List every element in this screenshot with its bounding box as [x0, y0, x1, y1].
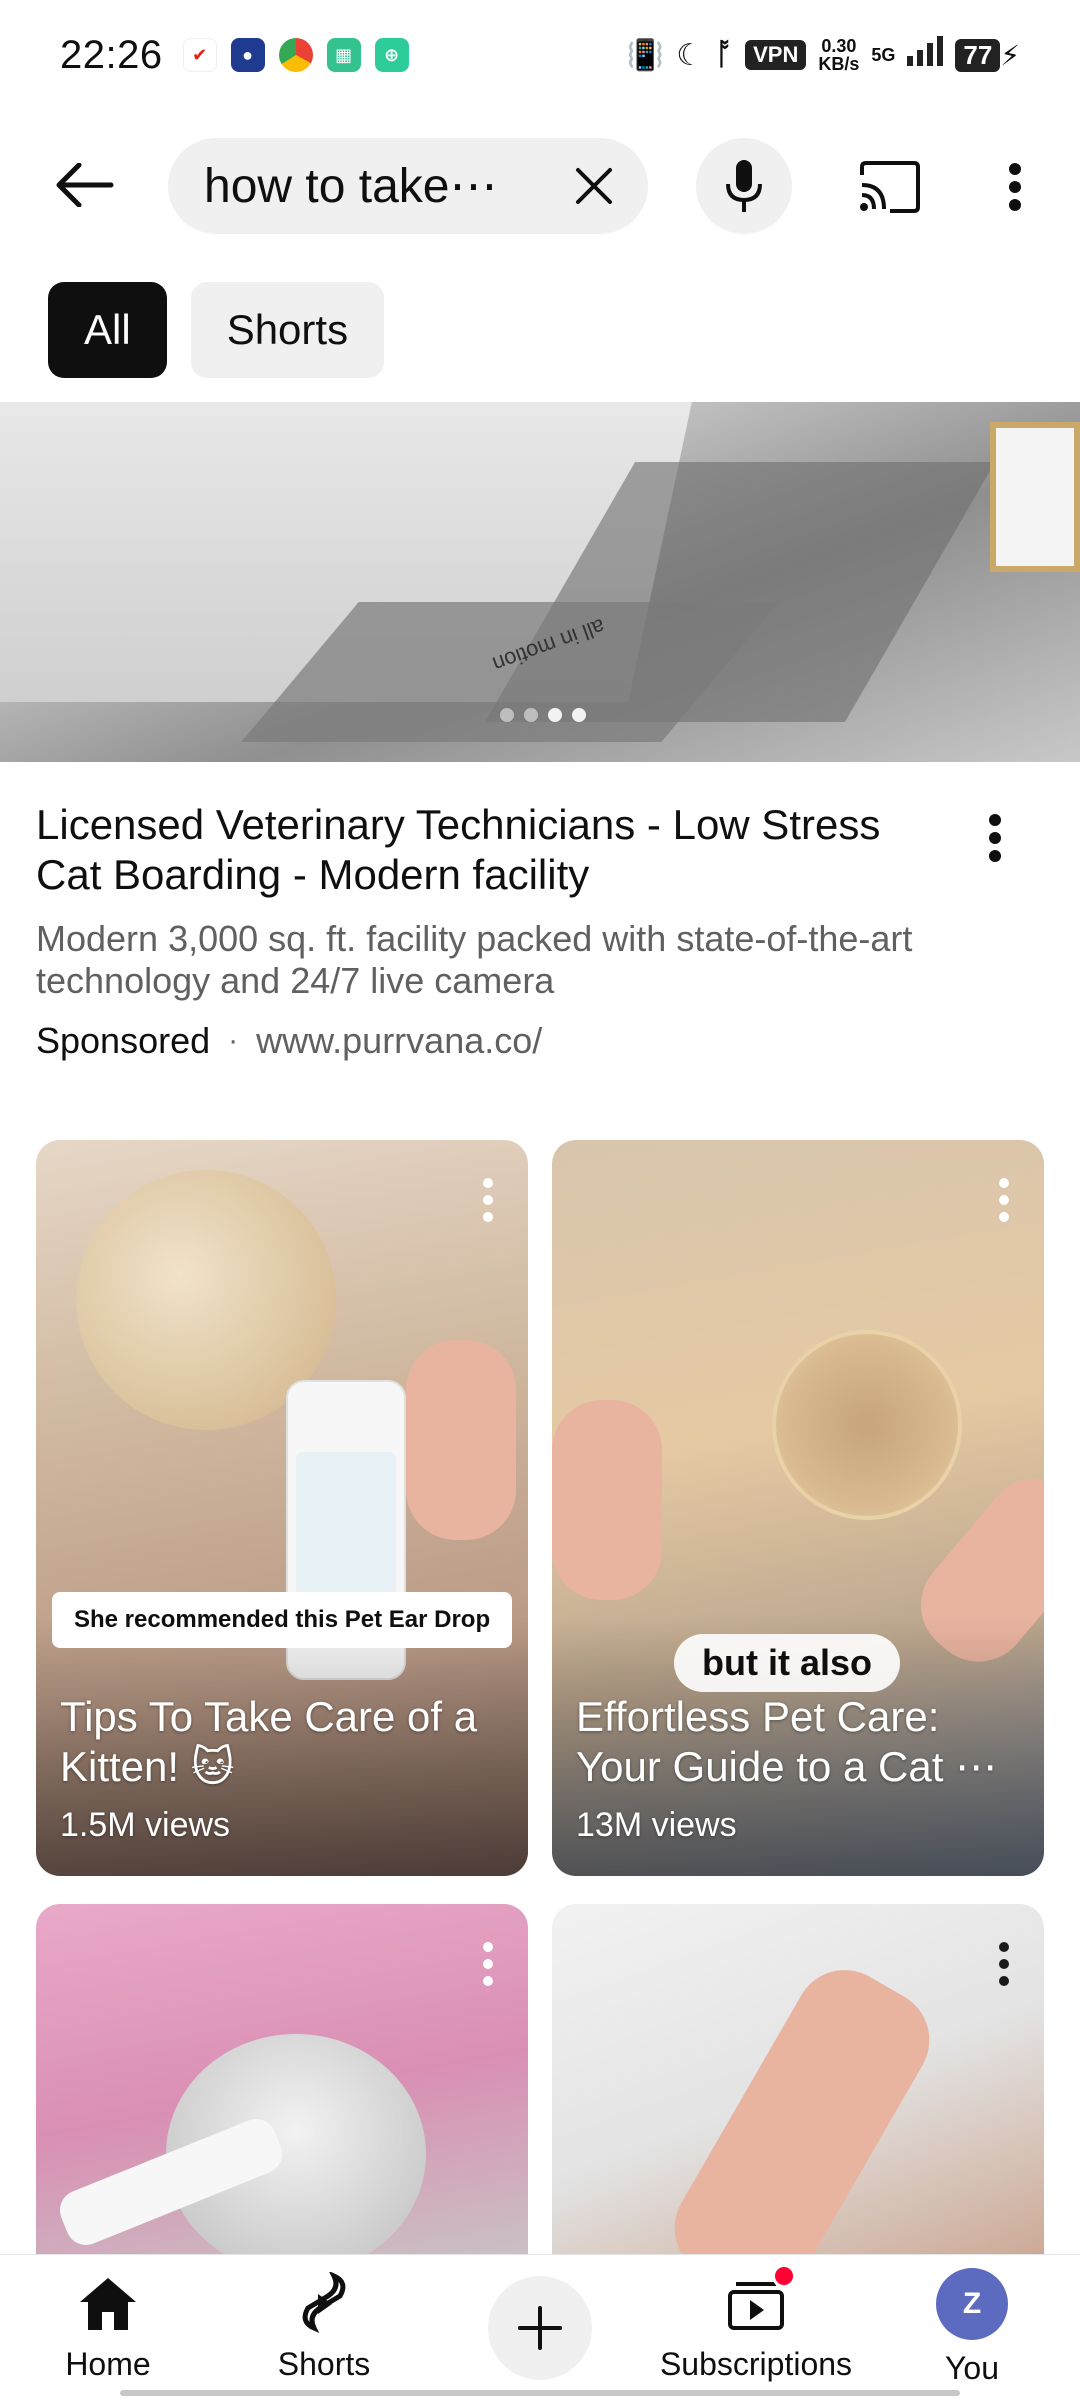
- shorts-icon: [292, 2272, 356, 2336]
- status-indicators: 📳 ☾ ᚩ VPN 0.30 KB/s 5G 77 ⚡: [627, 36, 1020, 74]
- short-thumbnail-arm: [656, 1951, 948, 2284]
- chrome-icon: [278, 38, 313, 72]
- nav-home[interactable]: Home: [0, 2255, 216, 2400]
- voice-search-button[interactable]: [696, 138, 792, 234]
- status-time: 22:26: [60, 32, 163, 77]
- ad-image-frame: [990, 422, 1080, 572]
- notification-dot: [772, 2264, 796, 2288]
- more-vert-icon: [999, 1942, 1009, 1986]
- nav-home-label: Home: [65, 2346, 151, 2382]
- mic-icon: [726, 160, 762, 212]
- short-overlay-caption: She recommended this Pet Ear Drop: [52, 1592, 513, 1648]
- nav-subscriptions[interactable]: Subscriptions: [648, 2255, 864, 2400]
- sponsored-label: Sponsored: [36, 1020, 211, 1061]
- short-more-button[interactable]: [984, 1934, 1024, 1994]
- status-app-icons: ✔ ● ▦ ⊕: [182, 38, 409, 72]
- home-icon: [76, 2272, 140, 2336]
- nav-shorts-label: Shorts: [277, 2346, 371, 2382]
- app-notification-icon: ▦: [326, 38, 361, 72]
- carousel-dot: [524, 708, 538, 722]
- nav-you-label: You: [945, 2350, 999, 2386]
- close-icon: [576, 168, 612, 204]
- short-thumbnail-hand: [552, 1400, 662, 1600]
- short-card[interactable]: She recommended this Pet Ear Drop Tips T…: [36, 1140, 528, 1876]
- short-views: 1.5M views: [60, 1806, 231, 1844]
- ad-url[interactable]: www.purrvana.co/: [256, 1020, 542, 1062]
- app-notification-icon: ✔: [182, 38, 217, 72]
- gesture-bar: [120, 2390, 960, 2396]
- network-speed: 0.30 KB/s: [818, 37, 859, 73]
- search-header: how to take⋯: [0, 130, 1080, 240]
- short-title: Effortless Pet Care: Your Guide to a Cat…: [576, 1693, 998, 1790]
- filter-chips: All Shorts: [48, 282, 385, 378]
- chip-shorts[interactable]: Shorts: [190, 282, 385, 378]
- short-overlay-caption: but it also: [674, 1634, 900, 1692]
- battery-indicator: 77 ⚡: [955, 38, 1020, 72]
- short-views: 13M views: [576, 1806, 737, 1844]
- cast-icon: [860, 161, 920, 213]
- ad-meta: Sponsored · www.purrvana.co/: [36, 1020, 542, 1062]
- more-vert-icon: [1009, 163, 1021, 211]
- bluetooth-icon: ᚩ: [715, 38, 734, 71]
- short-card[interactable]: [552, 1904, 1044, 2284]
- ad-more-button[interactable]: [970, 808, 1020, 868]
- status-bar: 22:26 ✔ ● ▦ ⊕ 📳 ☾ ᚩ VPN 0.30 KB/s 5G 77 …: [0, 0, 1080, 110]
- bottle-label: [296, 1452, 396, 1602]
- more-vert-icon: [989, 814, 1001, 862]
- back-button[interactable]: [50, 155, 120, 215]
- hotspot-icon: ⊕: [374, 38, 409, 72]
- more-vert-icon: [483, 1178, 493, 1222]
- cast-button[interactable]: [850, 152, 930, 222]
- nav-shorts[interactable]: Shorts: [216, 2255, 432, 2400]
- nav-create[interactable]: [432, 2255, 648, 2400]
- search-box[interactable]: how to take⋯: [168, 138, 648, 234]
- arrow-left-icon: [56, 163, 114, 207]
- carousel-dot: [548, 708, 562, 722]
- search-query[interactable]: how to take⋯: [204, 158, 534, 214]
- ad-description: Modern 3,000 sq. ft. facility packed wit…: [36, 918, 913, 1001]
- nav-subscriptions-label: Subscriptions: [659, 2346, 853, 2382]
- avatar: Z: [936, 2268, 1008, 2340]
- create-button[interactable]: [488, 2275, 592, 2380]
- subscriptions-icon: [724, 2264, 796, 2336]
- speed-value: 0.30: [821, 36, 857, 56]
- chip-all[interactable]: All: [48, 282, 167, 378]
- battery-level: 77: [955, 38, 1001, 72]
- plus-icon: [518, 2305, 562, 2350]
- short-thumbnail-brush: [772, 1330, 962, 1520]
- more-vert-icon: [483, 1942, 493, 1986]
- nav-you[interactable]: Z You: [864, 2255, 1080, 2400]
- short-card[interactable]: [36, 1904, 528, 2284]
- short-title: Tips To Take Care of a Kitten! 🐱: [60, 1693, 478, 1790]
- short-thumbnail-hand: [406, 1340, 516, 1540]
- moon-icon: ☾: [676, 38, 704, 72]
- speed-unit: KB/s: [818, 54, 860, 74]
- charging-icon: ⚡: [1000, 39, 1020, 71]
- bottom-navigation: Home Shorts Subscriptions Z You: [0, 2254, 1080, 2400]
- clear-search-button[interactable]: [570, 162, 618, 210]
- more-options-button[interactable]: [990, 152, 1040, 222]
- network-type: 5G: [871, 44, 896, 65]
- more-vert-icon: [999, 1178, 1009, 1222]
- vibrate-icon: 📳: [626, 38, 665, 72]
- vpn-badge: VPN: [745, 40, 807, 70]
- short-more-button[interactable]: [984, 1170, 1024, 1230]
- ad-banner-image[interactable]: all in motion: [0, 402, 1080, 762]
- carousel-dot: [500, 708, 514, 722]
- short-more-button[interactable]: [468, 1170, 508, 1230]
- ad-title[interactable]: Licensed Veterinary Technicians - Low St…: [36, 800, 936, 900]
- short-card[interactable]: but it also Effortless Pet Care: Your Gu…: [552, 1140, 1044, 1876]
- carousel-dot: [572, 708, 586, 722]
- signal-icon: [907, 36, 944, 74]
- carousel-dots: [500, 708, 586, 722]
- app-notification-icon: ●: [230, 38, 265, 72]
- meta-separator: ·: [228, 1024, 239, 1057]
- short-more-button[interactable]: [468, 1934, 508, 1994]
